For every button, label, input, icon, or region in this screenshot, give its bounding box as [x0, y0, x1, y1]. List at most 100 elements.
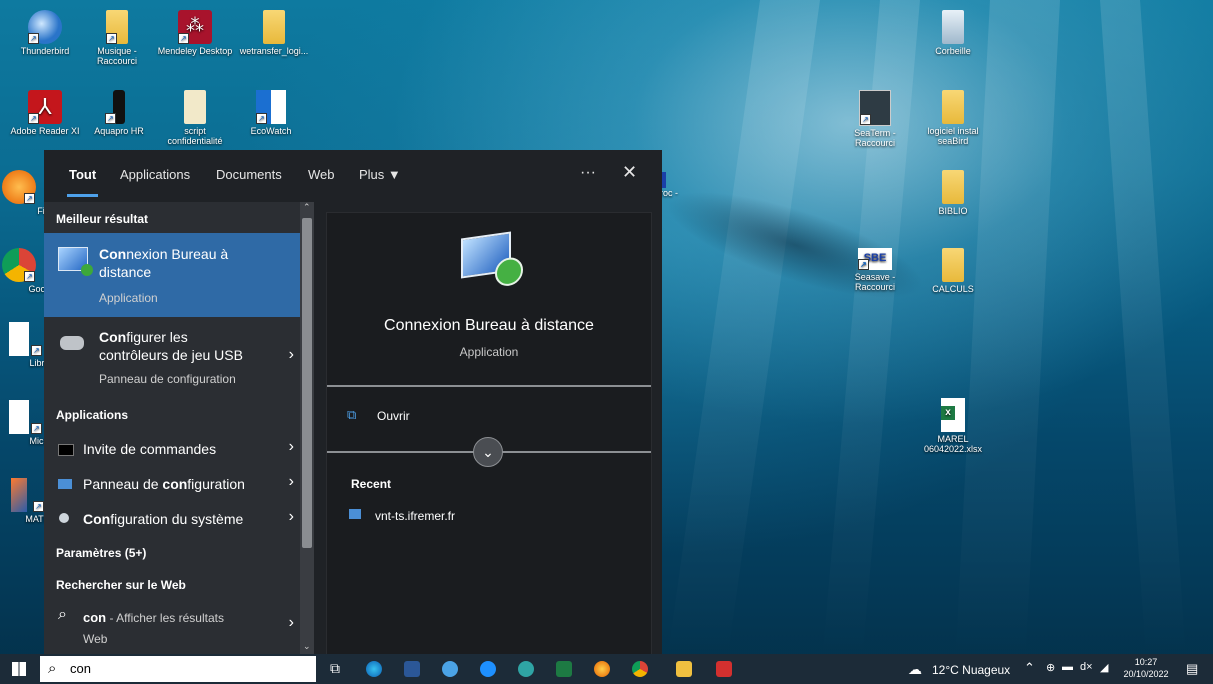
desktop-icon-calculs[interactable]: CALCULS	[914, 248, 992, 294]
usb-controllers-title: Configurer les contrôleurs de jeu USB	[99, 329, 243, 363]
desktop-icon-adobe-reader[interactable]: ⅄ ↗ Adobe Reader XI	[2, 90, 88, 136]
app-configuration-systeme[interactable]: Configuration du système ›	[44, 504, 300, 534]
recent-item-label: vnt-ts.ifremer.fr	[375, 509, 456, 523]
tab-tout[interactable]: Tout	[66, 167, 99, 197]
tab-applications[interactable]: Applications	[120, 167, 190, 182]
desktop-icon-thunderbird[interactable]: ↗ Thunderbird	[6, 10, 84, 56]
file-explorer-icon[interactable]	[676, 661, 692, 677]
libreoffice-icon: ↗	[9, 322, 42, 356]
tab-web[interactable]: Web	[308, 167, 335, 182]
folder-shortcut-icon: ↗	[106, 10, 128, 44]
desktop-icon-mendeley[interactable]: ⁂ ↗ Mendeley Desktop	[156, 10, 234, 56]
scroll-down-icon[interactable]: ⌄	[303, 641, 311, 652]
recycle-bin-icon	[942, 10, 964, 44]
search-input[interactable]: ⌕ con	[40, 656, 316, 682]
result-usb-controllers[interactable]: Configurer les contrôleurs de jeu USB Pa…	[44, 324, 300, 392]
open-icon: ⧉	[347, 407, 357, 422]
web-search-result[interactable]: ⌕ con - Afficher les résultats Web ›	[44, 600, 300, 650]
chevron-up-icon[interactable]: ⌃	[1024, 660, 1035, 676]
battery-icon[interactable]: ▬	[1062, 661, 1073, 673]
desktop-icon-seaterm[interactable]: ↗ SeaTerm - Raccourci	[836, 90, 914, 148]
remote-desktop-small-icon	[349, 509, 361, 519]
aquapro-icon: ↗	[105, 90, 125, 124]
expand-button[interactable]: ⌄	[473, 437, 503, 467]
scroll-up-icon[interactable]: ⌃	[303, 202, 311, 213]
search-icon: ⌕	[58, 606, 67, 623]
taskbar: ⌕ con ⧉ ☁ 12°C Nuageux ⌃ ⊕ ▬ d× ◢ 10:27 …	[0, 654, 1213, 684]
acrobat-taskbar-icon[interactable]	[716, 661, 732, 677]
desktop-icon-marel[interactable]: x MAREL 06042022.xlsx	[908, 398, 998, 454]
seaterm-icon: ↗	[859, 90, 891, 126]
remote-desktop-large-icon	[461, 231, 523, 288]
chevron-right-icon[interactable]: ›	[289, 473, 294, 491]
folder-icon	[942, 90, 964, 124]
windows-logo-icon	[12, 662, 26, 676]
desktop-icon-script[interactable]: script confidentialité	[156, 90, 234, 146]
desktop-icon-aquapro[interactable]: ↗ Aquapro HR	[80, 90, 158, 136]
remote-desktop-taskbar-icon[interactable]	[442, 661, 458, 677]
best-match-subtitle: Application	[99, 291, 158, 305]
task-view-icon[interactable]: ⧉	[330, 660, 340, 677]
edge-icon[interactable]	[366, 661, 382, 677]
adobe-reader-icon: ⅄ ↗	[28, 90, 62, 124]
chrome-taskbar-icon[interactable]	[632, 661, 648, 677]
chevron-right-icon[interactable]: ›	[289, 438, 294, 456]
thunderbird-icon: ↗	[28, 10, 62, 44]
remote-desktop-icon	[58, 247, 93, 276]
desktop-icon-musique[interactable]: ↗ Musique - Raccourci	[78, 10, 156, 66]
app-taskbar-icon[interactable]	[518, 661, 534, 677]
search-panel: Tout Applications Documents Web Plus ▼ ·…	[44, 150, 662, 656]
notifications-icon[interactable]: ▤	[1186, 661, 1198, 677]
app-panneau-configuration[interactable]: Panneau de configuration ›	[44, 469, 300, 499]
applications-header: Applications	[56, 408, 129, 422]
seasave-icon: SBE ↗	[858, 248, 892, 270]
firefox-icon: ↗	[2, 170, 36, 204]
settings-header[interactable]: Paramètres (5+)	[56, 546, 146, 560]
open-action[interactable]: ⧉ Ouvrir	[347, 407, 547, 427]
best-match-title: Connexion Bureau à distance	[99, 246, 229, 280]
excel-icon[interactable]	[556, 661, 572, 677]
results-list: Meilleur résultat Connexion Bureau à dis…	[44, 202, 314, 654]
tab-plus[interactable]: Plus ▼	[359, 167, 401, 182]
cloud-icon: ☁	[908, 661, 922, 677]
script-file-icon	[184, 90, 206, 124]
wifi-icon[interactable]: ◢	[1100, 661, 1108, 674]
best-match-result[interactable]: Connexion Bureau à distance Application	[44, 233, 300, 317]
clock-date: 20/10/2022	[1123, 669, 1169, 679]
close-button[interactable]: ✕	[622, 162, 637, 183]
desktop-icon-corbeille[interactable]: Corbeille	[914, 10, 992, 56]
app-label: Invite de commandes	[83, 441, 217, 457]
desktop-icon-logiciel[interactable]: logiciel instal seaBird	[914, 90, 992, 146]
tab-documents[interactable]: Documents	[216, 167, 282, 182]
chevron-right-icon[interactable]: ›	[289, 346, 294, 364]
weather-text[interactable]: 12°C Nuageux	[932, 663, 1010, 677]
volume-icon[interactable]: d×	[1080, 661, 1093, 673]
desktop-icon-seasave[interactable]: SBE ↗ Seasave - Raccourci	[836, 248, 914, 292]
system-config-icon	[59, 513, 69, 523]
network-icon[interactable]: ⊕	[1046, 661, 1055, 674]
desktop-icon-wetransfer[interactable]: wetransfer_logi...	[232, 10, 316, 56]
app-invite-commandes[interactable]: Invite de commandes ›	[44, 434, 300, 464]
matlab-icon: ↗	[11, 478, 44, 512]
chevron-right-icon[interactable]: ›	[289, 508, 294, 526]
desktop-icon-partial[interactable]: roc -	[660, 172, 690, 198]
chevron-right-icon[interactable]: ›	[289, 614, 294, 632]
start-button[interactable]	[12, 662, 26, 676]
scrollbar-thumb[interactable]	[302, 218, 312, 548]
more-options-button[interactable]: ···	[580, 164, 596, 182]
clock-time: 10:27	[1134, 657, 1158, 667]
firefox-taskbar-icon[interactable]	[594, 661, 610, 677]
thunderbird-taskbar-icon[interactable]	[480, 661, 496, 677]
folder-icon	[942, 248, 964, 282]
usb-controllers-subtitle: Panneau de configuration	[99, 372, 236, 386]
clock[interactable]: 10:27 20/10/2022	[1118, 656, 1174, 680]
folder-icon	[942, 170, 964, 204]
word-icon[interactable]	[404, 661, 420, 677]
desktop-icon-biblio[interactable]: BIBLIO	[914, 170, 992, 216]
cmd-icon	[58, 444, 74, 456]
app-label: Configuration du système	[83, 511, 244, 527]
search-icon: ⌕	[48, 660, 57, 677]
recent-item[interactable]: vnt-ts.ifremer.fr	[349, 507, 549, 525]
excel-file-icon: x	[941, 398, 965, 432]
desktop-icon-ecowatch[interactable]: ↗ EcoWatch	[232, 90, 310, 136]
